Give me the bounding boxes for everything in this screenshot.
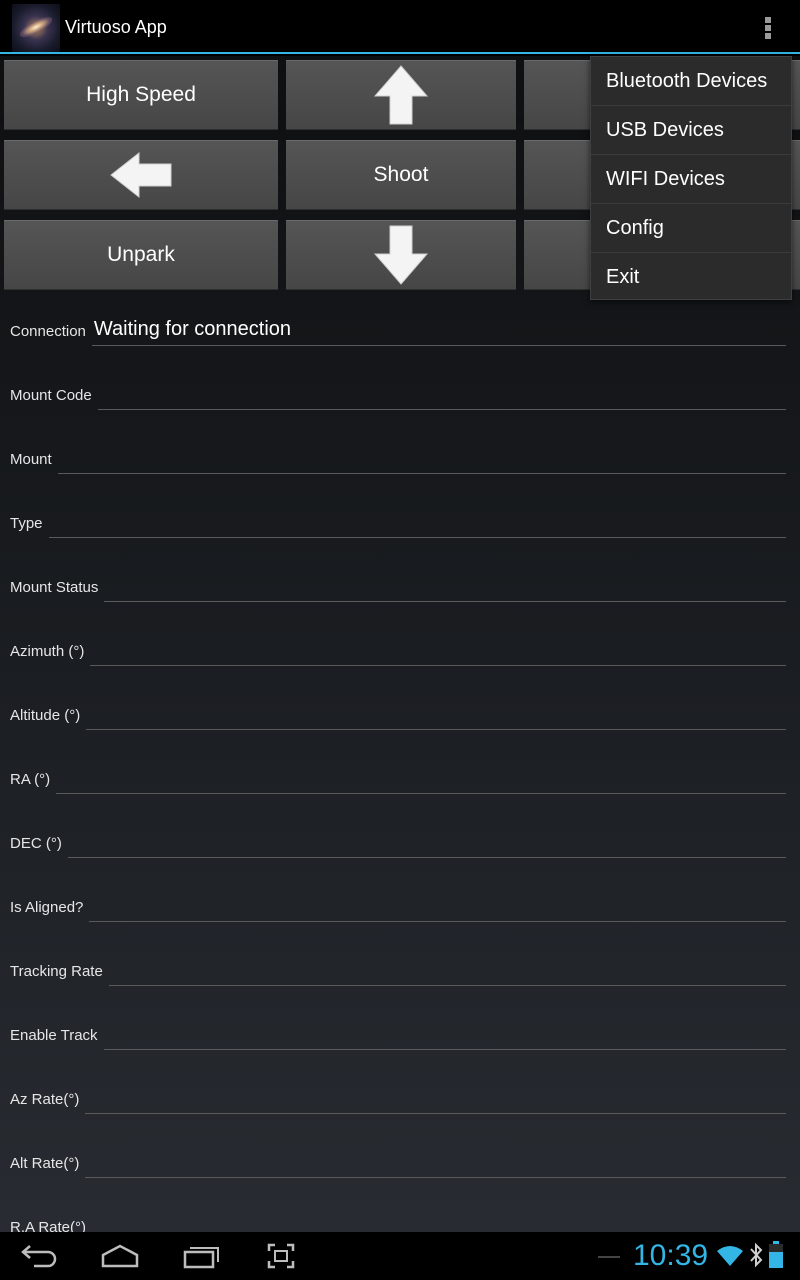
field-label: DEC (°) <box>10 835 62 852</box>
field-label: Type <box>10 515 43 532</box>
field-label: Altitude (°) <box>10 707 81 724</box>
field-altitude: Altitude (°) <box>10 690 786 730</box>
high-speed-button[interactable]: High Speed <box>4 60 278 130</box>
field-value[interactable] <box>67 826 786 858</box>
recent-apps-icon[interactable] <box>182 1242 222 1270</box>
field-label: Alt Rate(°) <box>10 1155 80 1172</box>
arrow-up-icon <box>373 65 429 125</box>
move-up-button[interactable] <box>286 60 516 130</box>
field-value[interactable]: Waiting for connection <box>91 314 786 346</box>
menu-item-usb-devices[interactable]: USB Devices <box>591 106 791 155</box>
field-label: Az Rate(°) <box>10 1091 80 1108</box>
field-mount-code: Mount Code <box>10 370 786 410</box>
menu-item-wifi-devices[interactable]: WIFI Devices <box>591 155 791 204</box>
field-label: Mount <box>10 451 52 468</box>
screenshot-icon[interactable] <box>266 1242 296 1270</box>
field-label: Tracking Rate <box>10 963 103 980</box>
galaxy-image <box>17 13 55 41</box>
shoot-button[interactable]: Shoot <box>286 140 516 210</box>
field-value[interactable] <box>92 1210 786 1232</box>
app-icon[interactable] <box>12 4 60 52</box>
field-dec: DEC (°) <box>10 818 786 858</box>
field-label: Azimuth (°) <box>10 643 85 660</box>
clock: 10:39 <box>633 1239 709 1272</box>
field-mount-status: Mount Status <box>10 562 786 602</box>
field-value[interactable] <box>90 634 786 666</box>
back-icon[interactable] <box>20 1242 60 1270</box>
move-left-button[interactable] <box>4 140 278 210</box>
field-type: Type <box>10 498 786 538</box>
overflow-menu: Bluetooth Devices USB Devices WIFI Devic… <box>590 56 792 300</box>
field-is-aligned: Is Aligned? <box>10 882 786 922</box>
unpark-button[interactable]: Unpark <box>4 220 278 290</box>
field-value[interactable] <box>97 378 786 410</box>
field-value[interactable] <box>103 1018 786 1050</box>
field-ra: RA (°) <box>10 754 786 794</box>
arrow-down-icon <box>373 225 429 285</box>
overflow-menu-icon[interactable] <box>756 13 780 41</box>
field-mount: Mount <box>10 434 786 474</box>
field-connection: Connection Waiting for connection <box>10 306 786 346</box>
field-label: RA (°) <box>10 771 51 788</box>
field-value[interactable] <box>48 506 786 538</box>
menu-item-config[interactable]: Config <box>591 204 791 253</box>
field-tracking-rate: Tracking Rate <box>10 946 786 986</box>
notification-indicator <box>598 1256 620 1258</box>
field-ra-rate: R.A Rate(°) <box>10 1202 786 1232</box>
menu-item-exit[interactable]: Exit <box>591 253 791 302</box>
arrow-left-icon <box>110 151 172 199</box>
field-value[interactable] <box>89 890 786 922</box>
field-az-rate: Az Rate(°) <box>10 1074 786 1114</box>
app-title: Virtuoso App <box>65 17 167 37</box>
wifi-icon <box>717 1246 743 1266</box>
field-label: Mount Code <box>10 387 92 404</box>
move-down-button[interactable] <box>286 220 516 290</box>
action-bar: Virtuoso App <box>0 0 800 54</box>
field-label: Connection <box>10 323 86 340</box>
bluetooth-icon <box>750 1242 763 1268</box>
field-value[interactable] <box>108 954 786 986</box>
battery-icon <box>769 1241 783 1268</box>
system-navigation-bar: 10:39 <box>0 1232 800 1280</box>
field-label: Is Aligned? <box>10 899 84 916</box>
field-label: Enable Track <box>10 1027 98 1044</box>
field-azimuth: Azimuth (°) <box>10 626 786 666</box>
field-value[interactable] <box>56 762 786 794</box>
field-value[interactable] <box>57 442 786 474</box>
field-enable-track: Enable Track <box>10 1010 786 1050</box>
field-value[interactable] <box>104 570 786 602</box>
home-icon[interactable] <box>100 1242 140 1270</box>
field-label: R.A Rate(°) <box>10 1219 87 1232</box>
menu-item-bluetooth-devices[interactable]: Bluetooth Devices <box>591 57 791 106</box>
field-value[interactable] <box>85 1146 786 1178</box>
field-value[interactable] <box>86 698 786 730</box>
field-label: Mount Status <box>10 579 99 596</box>
field-alt-rate: Alt Rate(°) <box>10 1138 786 1178</box>
field-value[interactable] <box>85 1082 786 1114</box>
